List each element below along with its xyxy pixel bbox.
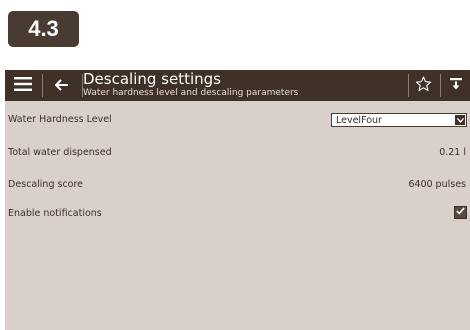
hamburger-menu-icon [14,76,32,95]
step-badge: 4.3 [8,11,79,47]
descaling-score-value: 6400 pulses [408,179,466,190]
page-title: Descaling settings [83,70,221,88]
checkmark-icon [456,207,465,218]
notifications-row: Enable notifications [5,204,470,224]
app-toolbar: Descaling settings Water hardness level … [5,70,470,101]
favorite-button[interactable] [409,70,437,101]
download-button[interactable] [441,70,470,101]
total-water-row: Total water dispensed 0.21 l [5,143,470,163]
notifications-label: Enable notifications [8,208,102,219]
download-icon [449,76,462,95]
app-screen: Descaling settings Water hardness level … [5,70,470,330]
water-hardness-select[interactable]: LevelFour [331,113,467,127]
menu-button[interactable] [5,70,41,101]
water-hardness-row: Water Hardness Level LevelFour [5,110,470,130]
notifications-checkbox[interactable] [454,206,467,219]
chevron-down-icon [455,115,465,125]
total-water-value: 0.21 l [439,147,466,158]
descaling-score-row: Descaling score 6400 pulses [5,175,470,195]
arrow-left-icon [54,76,69,95]
star-outline-icon [415,75,432,96]
descaling-score-label: Descaling score [8,179,84,190]
total-water-label: Total water dispensed [8,147,112,158]
page-subtitle: Water hardness level and descaling param… [83,88,299,98]
water-hardness-value: LevelFour [336,115,382,126]
water-hardness-label: Water Hardness Level [8,114,112,125]
title-block: Descaling settings Water hardness level … [83,71,403,99]
back-button[interactable] [43,70,81,101]
